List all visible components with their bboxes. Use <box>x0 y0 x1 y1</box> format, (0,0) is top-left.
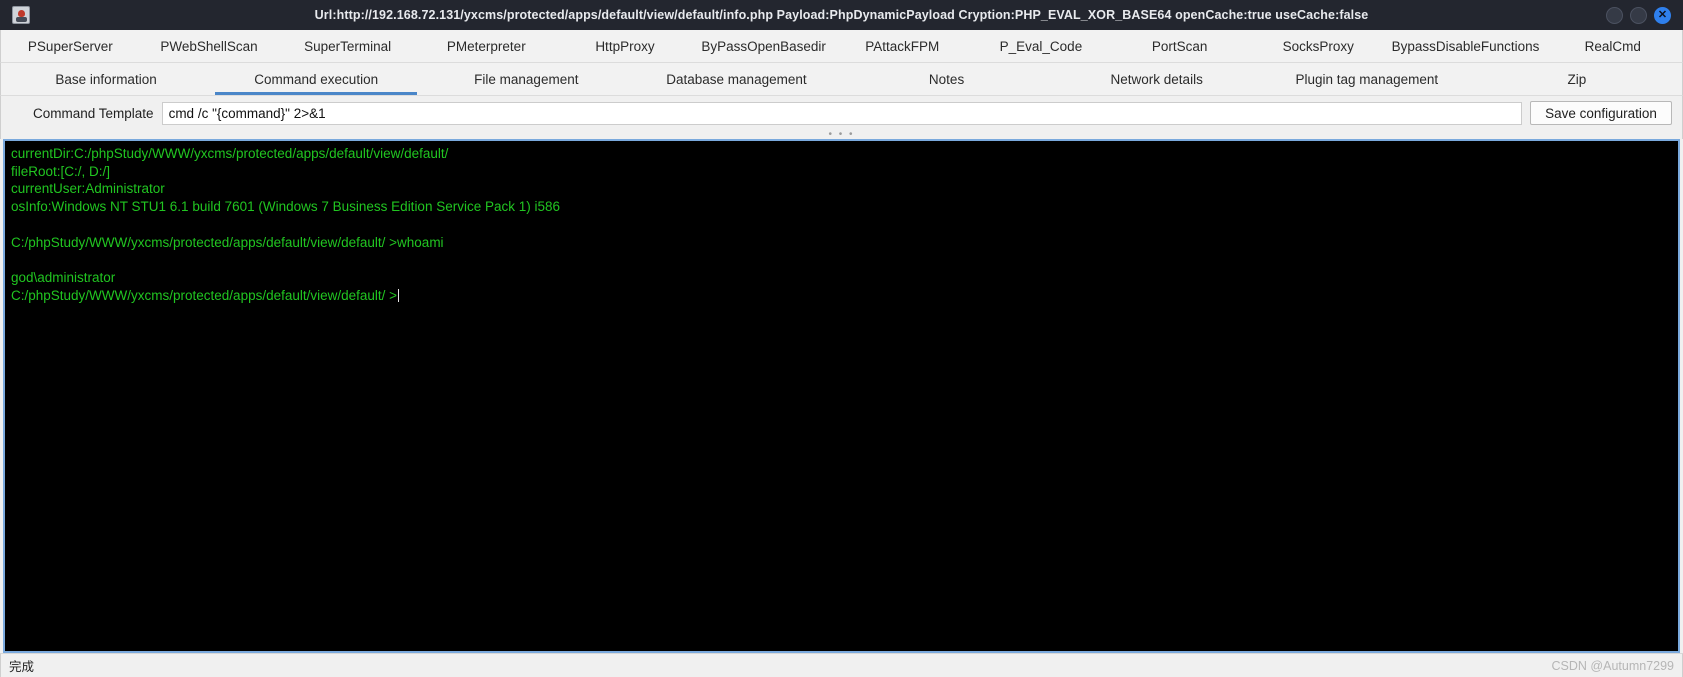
session-tab-command-execution[interactable]: Command execution <box>211 63 421 95</box>
plugin-tab-socksproxy[interactable]: SocksProxy <box>1249 30 1388 62</box>
app-logo-icon <box>12 6 30 24</box>
plugin-tab-label: P_Eval_Code <box>999 38 1083 54</box>
terminal-output-panel[interactable]: currentDir:C:/phpStudy/WWW/yxcms/protect… <box>3 139 1680 653</box>
plugin-tab-label: SuperTerminal <box>304 38 392 54</box>
session-tab-label: File management <box>474 71 579 87</box>
window-title: Url:http://192.168.72.131/yxcms/protecte… <box>314 8 1369 22</box>
plugin-tab-bypassopenbasedir[interactable]: ByPassOpenBasedir <box>694 30 833 62</box>
status-message: 完成 <box>9 660 35 674</box>
plugin-tab-label: PSuperServer <box>27 38 113 54</box>
plugin-tab-label: ByPassOpenBasedir <box>701 38 826 54</box>
session-tab-strip: Base information Command execution File ma… <box>0 63 1683 96</box>
session-tab-plugin-tag-management[interactable]: Plugin tag management <box>1262 63 1472 95</box>
plugin-tab-portscan[interactable]: PortScan <box>1110 30 1249 62</box>
panel-splitter-handle[interactable]: • • • <box>0 129 1683 139</box>
session-tab-database-management[interactable]: Database management <box>631 63 841 95</box>
session-tab-label: Plugin tag management <box>1295 71 1439 87</box>
terminal-line: fileRoot:[C:/, D:/] <box>11 163 111 179</box>
plugin-tab-strip: PSuperServer PWebShellScan SuperTerminal PM… <box>0 30 1683 63</box>
terminal-console[interactable]: currentDir:C:/phpStudy/WWW/yxcms/protect… <box>5 141 1678 651</box>
plugin-tab-label: PMeterpreter <box>446 38 526 54</box>
plugin-tab-label: PWebShellScan <box>160 38 258 54</box>
session-tab-network-details[interactable]: Network details <box>1052 63 1262 95</box>
plugin-tab-label: BypassDisableFunctions <box>1391 38 1540 54</box>
plugin-tab-superterminal[interactable]: SuperTerminal <box>278 30 417 62</box>
active-tab-underline <box>215 92 418 95</box>
plugin-tab-bypassdisablefunctions[interactable]: BypassDisableFunctions <box>1388 30 1544 62</box>
plugin-tab-httpproxy[interactable]: HttpProxy <box>556 30 695 62</box>
plugin-tab-psuperserver[interactable]: PSuperServer <box>1 30 140 62</box>
terminal-prompt-line[interactable]: C:/phpStudy/WWW/yxcms/protected/apps/def… <box>11 287 1672 305</box>
command-template-label: Command Template <box>33 105 154 121</box>
terminal-prompt-text: C:/phpStudy/WWW/yxcms/protected/apps/def… <box>11 287 398 303</box>
session-tab-zip[interactable]: Zip <box>1472 63 1682 95</box>
window-controls: ✕ <box>1606 6 1675 24</box>
terminal-line: C:/phpStudy/WWW/yxcms/protected/apps/def… <box>11 234 444 250</box>
minimize-icon[interactable] <box>1606 6 1623 24</box>
session-tab-label: Network details <box>1110 71 1203 87</box>
session-tab-label: Notes <box>928 71 965 87</box>
session-tab-file-management[interactable]: File management <box>421 63 631 95</box>
plugin-tab-pattackfpm[interactable]: PAttackFPM <box>833 30 972 62</box>
plugin-tab-label: RealCmd <box>1584 38 1641 54</box>
session-tab-label: Zip <box>1567 71 1587 87</box>
plugin-tab-label: PortScan <box>1151 38 1208 54</box>
plugin-tab-pmeterpreter[interactable]: PMeterpreter <box>417 30 556 62</box>
command-template-toolbar: Command Template Save configuration <box>0 96 1683 130</box>
application-window: Url:http://192.168.72.131/yxcms/protecte… <box>0 0 1683 677</box>
plugin-tab-pwebshellscan[interactable]: PWebShellScan <box>140 30 279 62</box>
terminal-line: currentUser:Administrator <box>11 181 165 197</box>
session-tab-label: Command execution <box>254 71 379 87</box>
session-tab-base-information[interactable]: Base information <box>1 63 211 95</box>
close-icon[interactable]: ✕ <box>1654 6 1671 24</box>
session-tab-notes[interactable]: Notes <box>842 63 1052 95</box>
terminal-line: currentDir:C:/phpStudy/WWW/yxcms/protect… <box>11 146 449 161</box>
watermark-label: CSDN @Autumn7299 <box>1551 658 1674 673</box>
plugin-tab-label: SocksProxy <box>1282 38 1354 54</box>
terminal-line: osInfo:Windows NT STU1 6.1 build 7601 (W… <box>11 199 561 215</box>
command-template-input[interactable] <box>161 101 1522 125</box>
title-bar: Url:http://192.168.72.131/yxcms/protecte… <box>0 0 1683 30</box>
terminal-caret <box>398 288 400 302</box>
plugin-tab-p-eval-code[interactable]: P_Eval_Code <box>972 30 1111 62</box>
terminal-line: god\administrator <box>11 269 116 285</box>
save-configuration-button[interactable]: Save configuration <box>1530 101 1672 125</box>
plugin-tab-label: HttpProxy <box>595 38 655 54</box>
session-tab-label: Database management <box>666 71 807 87</box>
maximize-icon[interactable] <box>1630 6 1647 24</box>
session-tab-label: Base information <box>55 71 157 87</box>
status-bar: 完成 CSDN @Autumn7299 <box>0 653 1683 677</box>
plugin-tab-label: PAttackFPM <box>865 38 940 54</box>
plugin-tab-realcmd[interactable]: RealCmd <box>1543 30 1682 62</box>
